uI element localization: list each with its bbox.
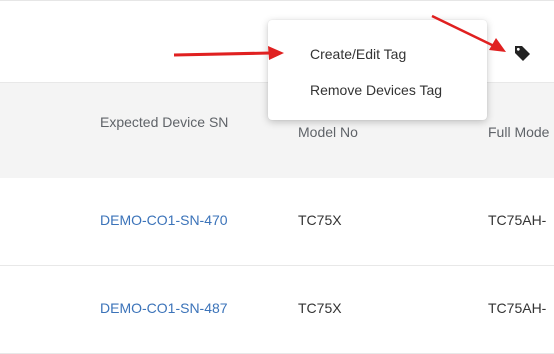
column-header-full-model[interactable]: Full Mode	[488, 123, 549, 141]
model-no-cell: TC75X	[298, 300, 342, 316]
full-model-cell: TC75AH-	[488, 300, 547, 316]
device-sn-link[interactable]: DEMO-CO1-SN-470	[100, 212, 228, 228]
table-row: DEMO-CO1-SN-487 TC75X TC75AH-	[0, 266, 554, 354]
tag-icon	[515, 46, 530, 61]
tag-button[interactable]	[510, 41, 534, 65]
menu-item-create-edit-tag[interactable]: Create/Edit Tag	[310, 46, 406, 62]
column-header-model-no[interactable]: Model No	[298, 123, 358, 141]
column-header-expected-device-sn[interactable]: Expected Device SN	[100, 113, 240, 131]
tag-dropdown-menu: Create/Edit Tag Remove Devices Tag	[268, 20, 487, 120]
menu-item-remove-devices-tag[interactable]: Remove Devices Tag	[310, 82, 442, 98]
full-model-cell: TC75AH-	[488, 212, 547, 228]
model-no-cell: TC75X	[298, 212, 342, 228]
table-row: DEMO-CO1-SN-470 TC75X TC75AH-	[0, 178, 554, 266]
device-sn-link[interactable]: DEMO-CO1-SN-487	[100, 300, 228, 316]
